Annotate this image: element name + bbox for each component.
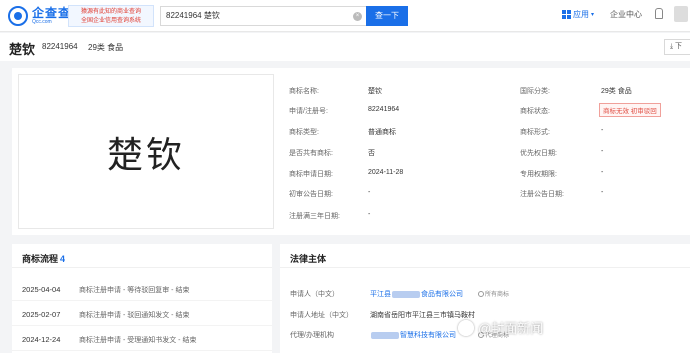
chevron-down-icon: ▾ — [591, 12, 595, 18]
trademark-title-bar: 楚钦 82241964 29类 食品 ⤓ 下 — [0, 33, 690, 61]
agent-label: 代理/办理机构 — [290, 332, 334, 339]
field-value-three-year: - — [368, 211, 371, 218]
logo-name: 企查查 — [32, 6, 72, 20]
page-title: 楚钦 — [9, 42, 36, 57]
flow-card-title: 商标流程 4 — [22, 252, 65, 265]
search-input[interactable] — [166, 11, 346, 20]
flow-description: 商标注册申请 - 驳回通知发文 - 结束 — [79, 312, 190, 319]
logo[interactable]: 企查查 Qcc.com — [8, 6, 71, 26]
title-registration-number: 82241964 — [42, 42, 78, 51]
flow-row: 2024-12-24 商标注册申请 - 受理通知书发文 - 结束 — [12, 326, 272, 351]
flow-row: 2025-02-07 商标注册申请 - 驳回通知发文 - 结束 — [12, 301, 272, 326]
watermark-logo-icon — [458, 319, 474, 336]
applicant-role-tag: 所有商标 — [478, 289, 509, 298]
legal-card-title: 法律主体 — [290, 254, 327, 264]
field-value-exclusive-term: - — [601, 169, 604, 176]
applicant-role-text: 所有商标 — [485, 292, 510, 298]
download-button[interactable]: ⤓ 下 — [664, 39, 690, 55]
watermark: @封面新闻 — [458, 318, 543, 337]
logo-domain: Qcc.com — [32, 19, 52, 25]
trademark-image-text: 楚钦 — [106, 134, 185, 176]
redacted-text — [371, 331, 399, 339]
agent-link[interactable]: 智慧科技有限公司 — [370, 330, 456, 340]
status-badge: 商标无效 初审驳回 — [599, 103, 661, 117]
field-label-exclusive-term: 专用权期限: — [520, 171, 557, 178]
search-box: × — [160, 6, 366, 26]
field-label-shared: 是否共有商标: — [289, 150, 333, 157]
trademark-flow-card: 商标流程 4 2025-04-04 商标注册申请 - 等待驳回复审 - 结束 20… — [12, 244, 272, 353]
watermark-text: @封面新闻 — [478, 321, 544, 336]
field-label-apply-date: 商标申请日期: — [289, 171, 333, 178]
redacted-text — [392, 290, 420, 298]
field-label-name: 商标名称: — [289, 88, 319, 95]
legal-card-header: 法律主体 — [280, 244, 690, 268]
field-value-type: 普通商标 — [368, 129, 396, 136]
owner-icon — [478, 291, 484, 298]
field-label-type: 商标类型: — [289, 129, 319, 136]
field-label-status: 商标状态: — [520, 108, 550, 115]
field-value-reg-announce: - — [601, 189, 604, 196]
applicant-suffix: 食品有限公司 — [421, 291, 463, 298]
field-label-reg-announce: 注册公告日期: — [520, 191, 564, 198]
field-value-name: 楚钦 — [368, 88, 382, 95]
flow-count: 4 — [60, 254, 66, 264]
flow-description: 商标注册申请 - 等待驳回复审 - 结束 — [79, 287, 190, 294]
field-value-shared: 否 — [368, 150, 375, 157]
promo-line-2: 全国企业信用查询系统 — [80, 18, 141, 24]
flow-date: 2025-04-04 — [22, 285, 61, 294]
field-value-intl-class: 29类 食品 — [601, 88, 632, 95]
field-label-form: 商标形式: — [520, 129, 550, 136]
avatar[interactable] — [674, 6, 688, 22]
app-menu[interactable]: 应用 ▾ — [562, 9, 594, 20]
title-class: 29类 食品 — [88, 43, 124, 52]
field-value-form: - — [601, 127, 604, 134]
field-label-prelim-date: 初审公告日期: — [289, 191, 333, 198]
enterprise-center-link[interactable]: 企业中心 — [610, 9, 642, 20]
field-label-intl-class: 国际分类: — [520, 88, 550, 95]
field-value-priority-date: - — [601, 148, 604, 155]
flow-row: 2025-04-04 商标注册申请 - 等待驳回复审 - 结束 — [12, 276, 272, 301]
app-menu-label: 应用 — [573, 10, 589, 19]
field-value-apply-date: 2024-11-28 — [368, 169, 404, 176]
top-navigation-bar: 企查查 Qcc.com 猿源有此知的商业查询 全国企业信用查询系统 × 查一下 … — [0, 0, 690, 32]
field-label-reg-no: 申请/注册号: — [289, 108, 328, 115]
bell-icon[interactable] — [655, 8, 663, 19]
trademark-image[interactable]: 楚钦 — [18, 74, 274, 229]
search-button[interactable]: 查一下 — [366, 6, 408, 26]
grid-icon — [562, 10, 571, 19]
applicant-prefix: 平江县 — [370, 291, 391, 298]
flow-card-header: 商标流程 4 — [12, 244, 272, 268]
agent-value: 智慧科技有限公司 — [400, 332, 456, 339]
field-label-three-year: 注册满三年日期: — [289, 213, 340, 220]
applicant-link[interactable]: 平江县 食品有限公司 — [370, 289, 463, 299]
clear-icon[interactable]: × — [353, 12, 362, 21]
download-label: 下 — [675, 43, 683, 50]
address-label: 申请人地址（中文） — [290, 312, 353, 319]
field-value-reg-no: 82241964 — [368, 106, 400, 113]
flow-title-text: 商标流程 — [22, 254, 59, 264]
flow-date: 2025-02-07 — [22, 310, 61, 319]
logo-icon — [8, 6, 28, 26]
promo-line-1: 猿源有此知的商业查询 — [80, 9, 141, 15]
field-value-prelim-date: - — [368, 189, 371, 196]
flow-description: 商标注册申请 - 受理通知书发文 - 结束 — [79, 337, 197, 344]
applicant-label: 申请人（中文） — [290, 291, 339, 298]
trademark-info-card: 楚钦 商标名称: 楚钦 申请/注册号: 82241964 商标类型: 普通商标 … — [12, 68, 690, 235]
field-label-priority-date: 优先权日期: — [520, 150, 557, 157]
flow-date: 2024-12-24 — [22, 335, 61, 344]
promo-banner[interactable]: 猿源有此知的商业查询 全国企业信用查询系统 — [68, 5, 154, 27]
